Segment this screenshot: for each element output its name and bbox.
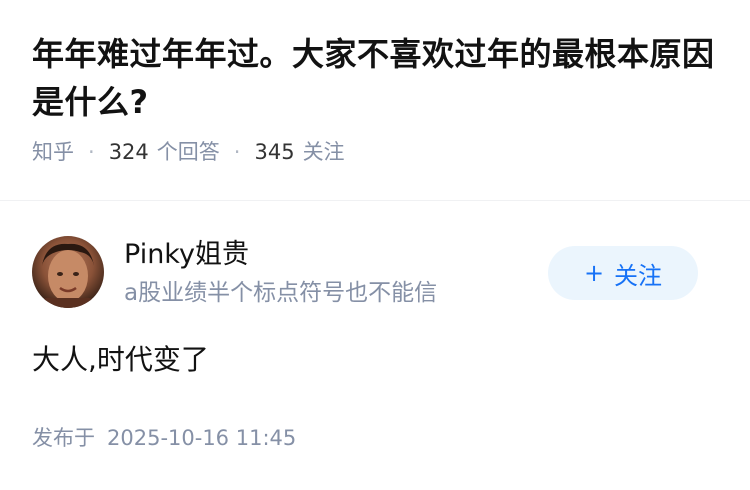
avatar[interactable]	[32, 236, 104, 308]
author-name[interactable]: Pinky姐贵	[124, 238, 249, 272]
meta-separator: ·	[233, 140, 241, 164]
meta-separator: ·	[88, 140, 95, 164]
publish-label: 发布于	[32, 426, 95, 450]
question-header: 年年难过年年过。大家不喜欢过年的最根本原因是什么? 知乎 · 324 个回答 ·…	[32, 30, 722, 166]
author-card: Pinky姐贵 a股业绩半个标点符号也不能信 + 关注	[32, 236, 718, 308]
follow-button[interactable]: + 关注	[548, 246, 698, 300]
source-label[interactable]: 知乎	[32, 138, 74, 166]
follower-count: 345	[254, 140, 295, 164]
question-meta: 知乎 · 324 个回答 · 345 关注	[32, 138, 722, 166]
answer-content: 大人,时代变了	[32, 343, 209, 376]
author-bio: a股业绩半个标点符号也不能信	[124, 280, 438, 306]
plus-icon: +	[583, 259, 605, 287]
avatar-image	[36, 243, 100, 308]
publish-time: 2025-10-16 11:45	[107, 426, 297, 450]
question-title[interactable]: 年年难过年年过。大家不喜欢过年的最根本原因是什么?	[32, 30, 722, 126]
section-divider	[0, 200, 750, 201]
answer-count-label[interactable]: 个回答	[157, 138, 220, 166]
answer-count: 324	[108, 140, 149, 164]
follower-count-label[interactable]: 关注	[303, 138, 345, 166]
follow-button-label: 关注	[614, 261, 663, 290]
publish-info: 发布于 2025-10-16 11:45	[32, 423, 296, 453]
